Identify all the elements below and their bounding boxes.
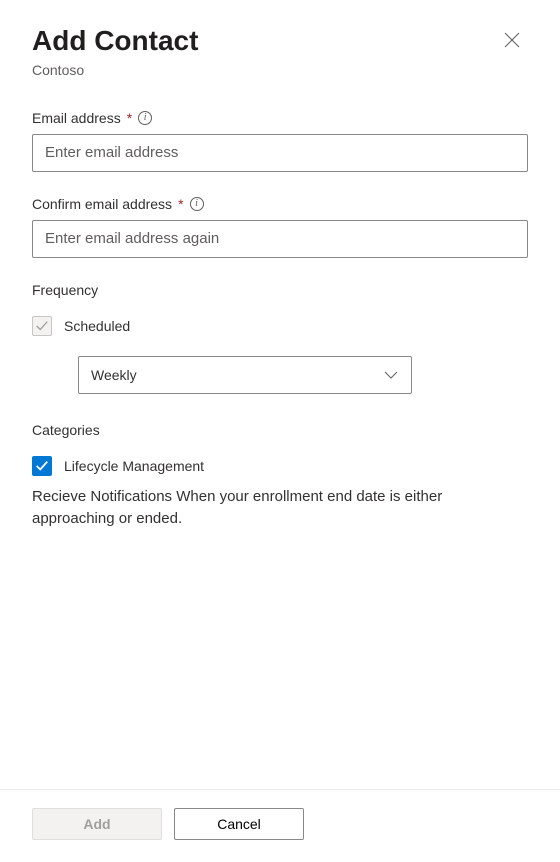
required-asterisk: *: [178, 196, 183, 212]
info-icon[interactable]: i: [190, 197, 204, 211]
confirm-email-label: Confirm email address * i: [32, 196, 528, 212]
email-field[interactable]: [32, 134, 528, 172]
page-subtitle: Contoso: [32, 62, 198, 78]
scheduled-label: Scheduled: [64, 318, 130, 334]
check-icon: [35, 459, 49, 473]
frequency-label: Frequency: [32, 282, 528, 298]
lifecycle-checkbox[interactable]: [32, 456, 52, 476]
frequency-select-value: Weekly: [91, 367, 137, 383]
info-icon[interactable]: i: [138, 111, 152, 125]
close-icon: [504, 32, 520, 48]
lifecycle-description: Recieve Notifications When your enrollme…: [32, 486, 528, 531]
check-icon: [35, 319, 49, 333]
required-asterisk: *: [127, 110, 132, 126]
frequency-select[interactable]: Weekly: [78, 356, 412, 394]
chevron-down-icon: [383, 367, 399, 383]
close-button[interactable]: [496, 24, 528, 56]
confirm-email-field[interactable]: [32, 220, 528, 258]
page-title: Add Contact: [32, 24, 198, 58]
scheduled-checkbox: [32, 316, 52, 336]
lifecycle-label: Lifecycle Management: [64, 458, 204, 474]
add-button[interactable]: Add: [32, 808, 162, 840]
categories-label: Categories: [32, 422, 528, 438]
cancel-button[interactable]: Cancel: [174, 808, 304, 840]
email-label: Email address * i: [32, 110, 528, 126]
